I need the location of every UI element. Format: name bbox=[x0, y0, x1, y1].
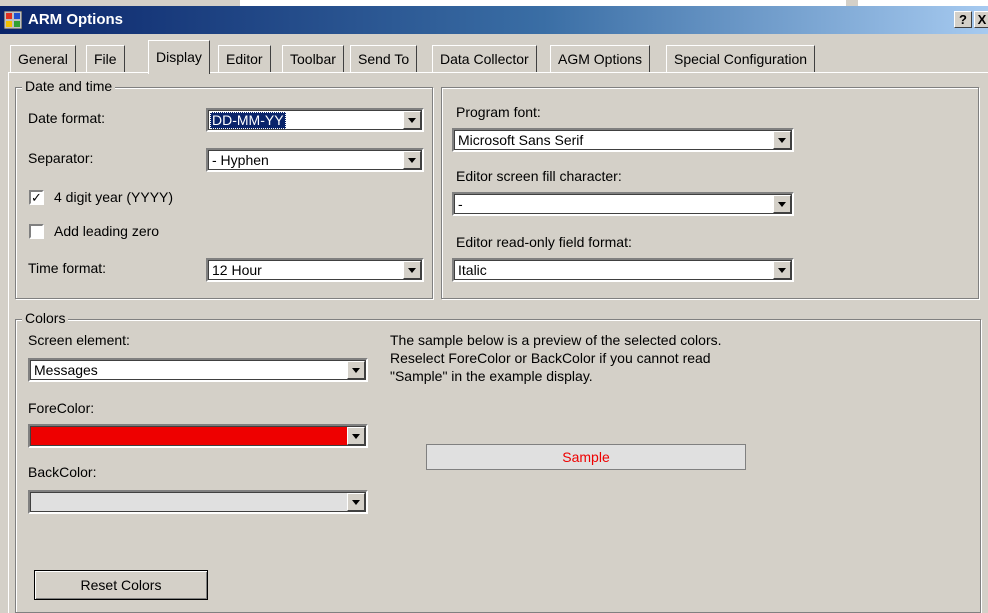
screen-element-label: Screen element: bbox=[28, 332, 130, 348]
close-button[interactable]: X bbox=[974, 11, 988, 28]
tab-file[interactable]: File bbox=[86, 45, 125, 73]
date-time-group: Date and time Date format: DD-MM-YY Sepa… bbox=[15, 78, 433, 299]
date-format-value: DD-MM-YY bbox=[210, 112, 286, 129]
fill-char-value: - bbox=[458, 196, 463, 212]
help-icon: ? bbox=[959, 12, 967, 27]
date-format-combo[interactable]: DD-MM-YY bbox=[206, 108, 424, 132]
backcolor-combo[interactable] bbox=[28, 490, 368, 514]
chevron-down-icon[interactable] bbox=[347, 493, 365, 511]
font-group: Program font: Microsoft Sans Serif Edito… bbox=[441, 87, 979, 299]
four-digit-year-checkbox[interactable]: ✓ bbox=[29, 190, 44, 205]
chevron-down-icon[interactable] bbox=[403, 261, 421, 279]
tab-send-to[interactable]: Send To bbox=[350, 45, 418, 73]
date-format-label: Date format: bbox=[28, 110, 106, 126]
tab-special-configuration[interactable]: Special Configuration bbox=[666, 45, 816, 73]
tab-editor[interactable]: Editor bbox=[218, 45, 271, 73]
fill-char-label: Editor screen fill character: bbox=[456, 168, 622, 184]
colors-group: Colors Screen element: Messages ForeColo… bbox=[15, 310, 981, 613]
app-icon bbox=[4, 11, 22, 29]
time-format-value: 12 Hour bbox=[212, 262, 262, 278]
reset-colors-button[interactable]: Reset Colors bbox=[34, 570, 208, 600]
tab-agm-options[interactable]: AGM Options bbox=[550, 45, 651, 73]
separator-value: - Hyphen bbox=[212, 152, 269, 168]
display-tab-panel: Date and time Date format: DD-MM-YY Sepa… bbox=[8, 72, 988, 613]
time-format-combo[interactable]: 12 Hour bbox=[206, 258, 424, 282]
time-format-label: Time format: bbox=[28, 260, 107, 276]
separator-combo[interactable]: - Hyphen bbox=[206, 148, 424, 172]
tab-display[interactable]: Display bbox=[148, 40, 210, 74]
chevron-down-icon[interactable] bbox=[403, 151, 421, 169]
forecolor-label: ForeColor: bbox=[28, 400, 95, 416]
separator-label: Separator: bbox=[28, 150, 94, 166]
checkmark-icon: ✓ bbox=[31, 190, 42, 205]
chevron-down-icon[interactable] bbox=[773, 195, 791, 213]
chevron-down-icon[interactable] bbox=[403, 111, 421, 129]
screen-element-value: Messages bbox=[34, 362, 98, 378]
screen-element-combo[interactable]: Messages bbox=[28, 358, 368, 382]
color-sample-preview: Sample bbox=[426, 444, 746, 470]
program-font-value: Microsoft Sans Serif bbox=[458, 132, 584, 148]
chevron-down-icon[interactable] bbox=[773, 131, 791, 149]
program-font-combo[interactable]: Microsoft Sans Serif bbox=[452, 128, 794, 152]
forecolor-combo[interactable] bbox=[28, 424, 368, 448]
date-time-legend: Date and time bbox=[22, 78, 116, 94]
title-bar[interactable]: ARM Options ? X bbox=[0, 6, 988, 34]
window-title: ARM Options bbox=[28, 11, 123, 28]
readonly-format-combo[interactable]: Italic bbox=[452, 258, 794, 282]
info-line-1: The sample below is a preview of the sel… bbox=[390, 332, 722, 348]
tab-toolbar[interactable]: Toolbar bbox=[282, 45, 344, 73]
leading-zero-label: Add leading zero bbox=[54, 223, 160, 239]
backcolor-label: BackColor: bbox=[28, 464, 97, 480]
fill-char-combo[interactable]: - bbox=[452, 192, 794, 216]
chevron-down-icon[interactable] bbox=[773, 261, 791, 279]
program-font-label: Program font: bbox=[456, 104, 541, 120]
info-line-3: "Sample" in the example display. bbox=[390, 368, 593, 384]
help-button[interactable]: ? bbox=[954, 11, 972, 28]
close-icon: X bbox=[977, 12, 987, 27]
colors-legend: Colors bbox=[22, 310, 69, 326]
chevron-down-icon[interactable] bbox=[347, 361, 365, 379]
tab-data-collector[interactable]: Data Collector bbox=[432, 45, 537, 73]
tab-general[interactable]: General bbox=[10, 45, 76, 73]
readonly-format-label: Editor read-only field format: bbox=[456, 234, 632, 250]
readonly-format-value: Italic bbox=[458, 262, 487, 278]
leading-zero-checkbox[interactable] bbox=[29, 224, 44, 239]
four-digit-year-label: 4 digit year (YYYY) bbox=[54, 189, 174, 205]
info-line-2: Reselect ForeColor or BackColor if you c… bbox=[390, 350, 711, 366]
chevron-down-icon[interactable] bbox=[347, 427, 365, 445]
